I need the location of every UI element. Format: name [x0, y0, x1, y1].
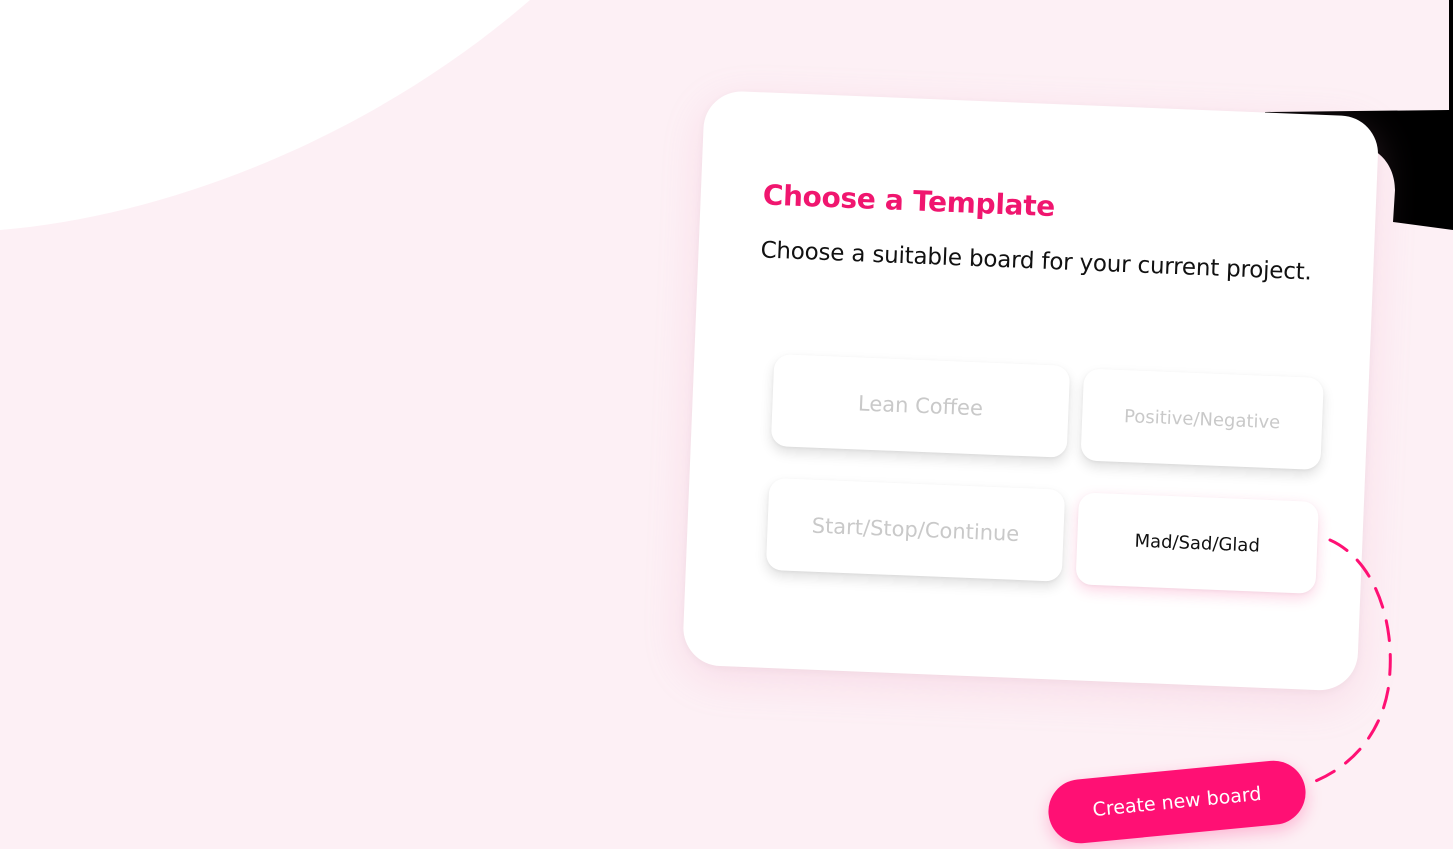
card-title: Choose a Template	[762, 178, 1056, 224]
template-option-label: Lean Coffee	[857, 391, 984, 421]
create-new-board-label: Create new board	[1091, 782, 1263, 822]
template-card: Choose a Template Choose a suitable boar…	[681, 90, 1380, 692]
template-option-label: Mad/Sad/Glad	[1134, 530, 1261, 557]
template-option-positive-negative[interactable]: Positive/Negative	[1080, 368, 1324, 470]
template-option-label: Positive/Negative	[1123, 405, 1281, 433]
template-option-mad-sad-glad[interactable]: Mad/Sad/Glad	[1075, 492, 1319, 594]
template-option-label: Start/Stop/Continue	[811, 513, 1020, 546]
template-option-lean-coffee[interactable]: Lean Coffee	[770, 354, 1071, 458]
template-option-start-stop-continue[interactable]: Start/Stop/Continue	[765, 477, 1066, 582]
card-subtitle: Choose a suitable board for your current…	[760, 237, 1313, 286]
